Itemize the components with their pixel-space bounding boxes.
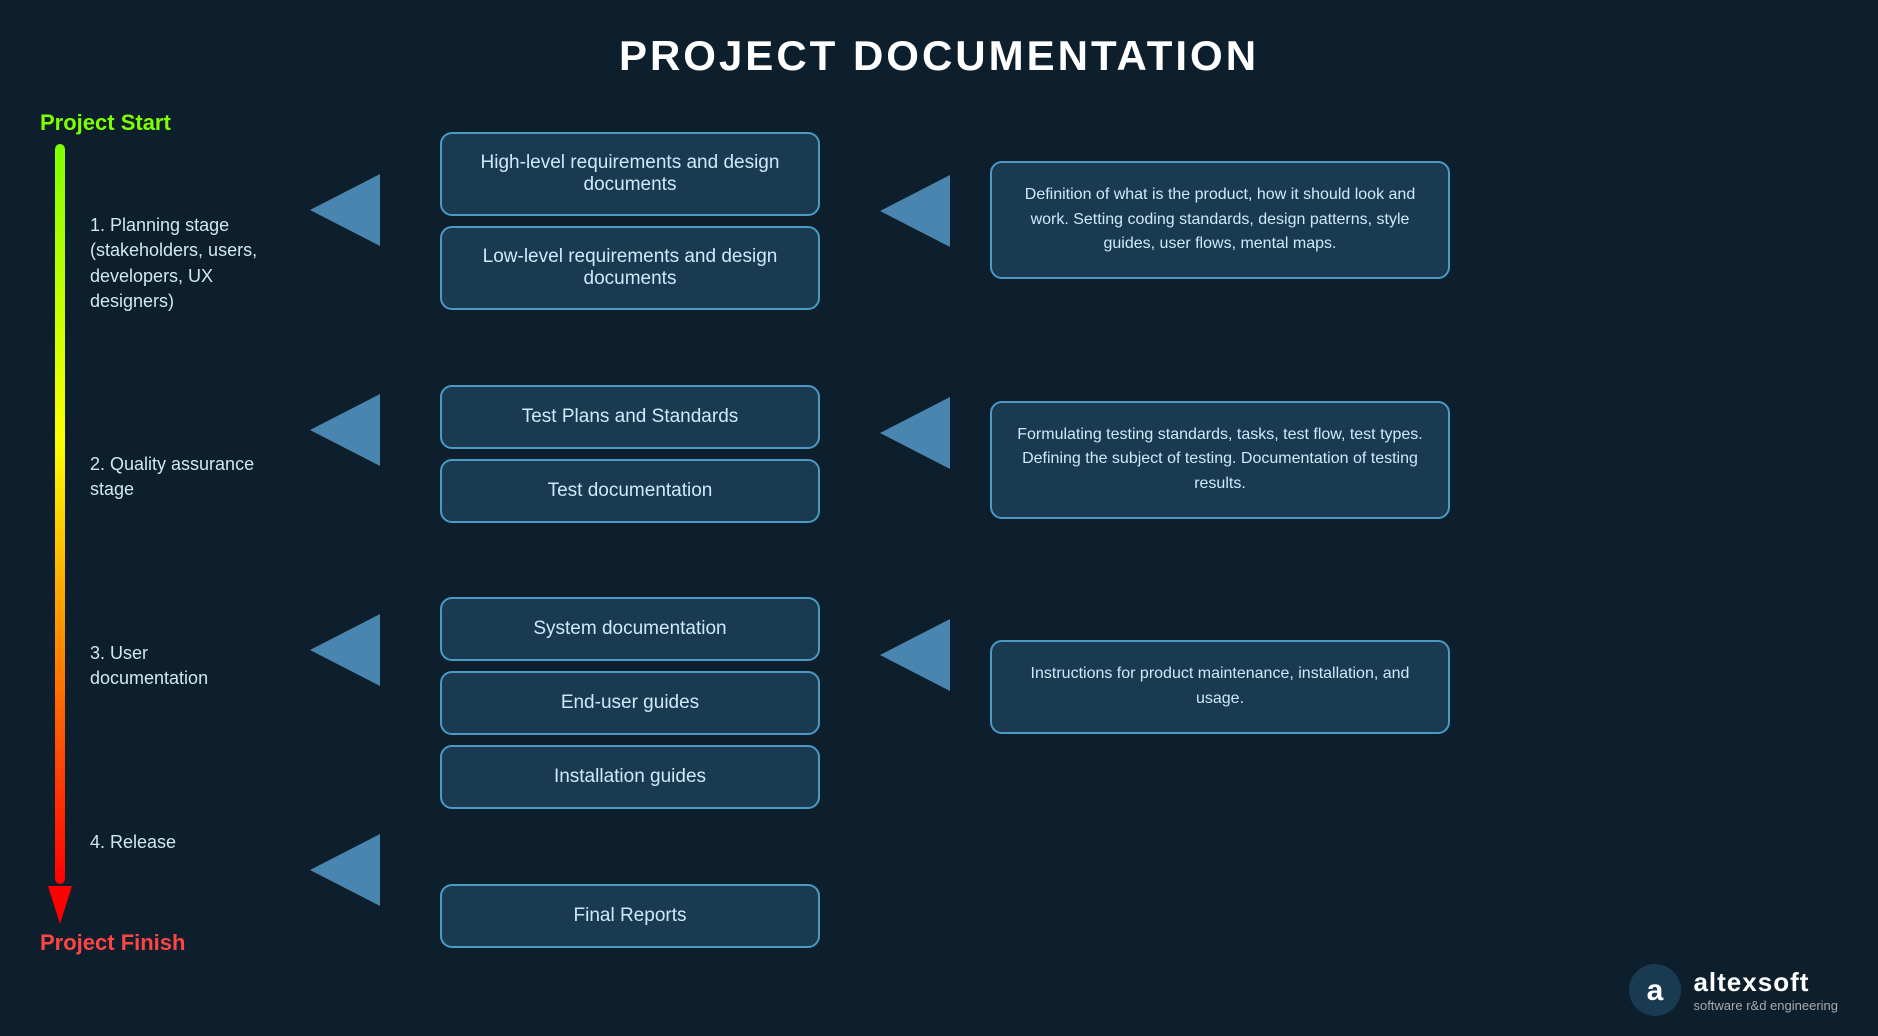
doc-box-final-reports: Final Reports <box>440 884 820 948</box>
arrow-group-4 <box>310 834 380 906</box>
left-column: Project Start 1. Planning stage (stakeho… <box>30 100 290 956</box>
brand-sub: software r&d engineering <box>1693 998 1838 1013</box>
doc-box-installation-guides: Installation guides <box>440 745 820 809</box>
right-arrow-1 <box>880 175 950 247</box>
doc-box-high-level: High-level requirements and design docum… <box>440 132 820 216</box>
right-arrow-group-3 <box>880 619 950 691</box>
doc-box-end-user-guides: End-user guides <box>440 671 820 735</box>
desc-box-3: Instructions for product maintenance, in… <box>990 640 1450 734</box>
brand-text: altexsoft software r&d engineering <box>1693 967 1838 1013</box>
center-column: High-level requirements and design docum… <box>400 100 860 980</box>
main-layout: Project Start 1. Planning stage (stakeho… <box>0 100 1878 1036</box>
doc-group-2: Test Plans and Standards Test documentat… <box>420 385 840 523</box>
right-arrow-group-1 <box>880 175 950 247</box>
desc-box-1: Definition of what is the product, how i… <box>990 161 1450 279</box>
stage-1-label: 1. Planning stage (stakeholders, users, … <box>90 213 270 314</box>
arrow-left-3 <box>310 614 380 686</box>
doc-box-low-level: Low-level requirements and design docume… <box>440 226 820 310</box>
doc-group-3: System documentation End-user guides Ins… <box>420 597 840 809</box>
stage-3-label: 3. User documentation <box>90 641 270 691</box>
timeline-bar <box>55 144 65 884</box>
timeline-bar-container <box>48 144 72 924</box>
stage-4-label: 4. Release <box>90 830 270 855</box>
right-arrow-2 <box>880 397 950 469</box>
doc-group-1: High-level requirements and design docum… <box>420 132 840 310</box>
arrow-left-4 <box>310 834 380 906</box>
branding: a altexsoft software r&d engineering <box>1629 964 1838 1016</box>
arrow-left-2 <box>310 394 380 466</box>
arrow-group-3 <box>310 614 380 686</box>
stages-column: 1. Planning stage (stakeholders, users, … <box>90 144 270 924</box>
arrow-group-2 <box>310 394 380 466</box>
page-title: PROJECT DOCUMENTATION <box>0 0 1878 100</box>
arrow-left-1 <box>310 174 380 246</box>
doc-group-4: Final Reports <box>420 884 840 948</box>
right-arrow-group-2 <box>880 397 950 469</box>
brand-name: altexsoft <box>1693 967 1838 998</box>
brand-logo-icon: a <box>1629 964 1681 1016</box>
right-column: Definition of what is the product, how i… <box>970 100 1470 980</box>
doc-box-test-documentation: Test documentation <box>440 459 820 523</box>
project-finish-label: Project Finish <box>40 930 185 956</box>
timeline-arrow-down <box>48 886 72 924</box>
left-arrows-column <box>290 100 400 980</box>
right-arrow-3 <box>880 619 950 691</box>
stage-2-label: 2. Quality assurance stage <box>90 452 270 502</box>
right-arrows-column <box>860 100 970 980</box>
doc-box-test-plans: Test Plans and Standards <box>440 385 820 449</box>
arrow-group-1 <box>310 174 380 246</box>
desc-box-2: Formulating testing standards, tasks, te… <box>990 401 1450 519</box>
svg-text:a: a <box>1647 974 1664 1007</box>
project-start-label: Project Start <box>40 110 171 136</box>
doc-box-system-documentation: System documentation <box>440 597 820 661</box>
